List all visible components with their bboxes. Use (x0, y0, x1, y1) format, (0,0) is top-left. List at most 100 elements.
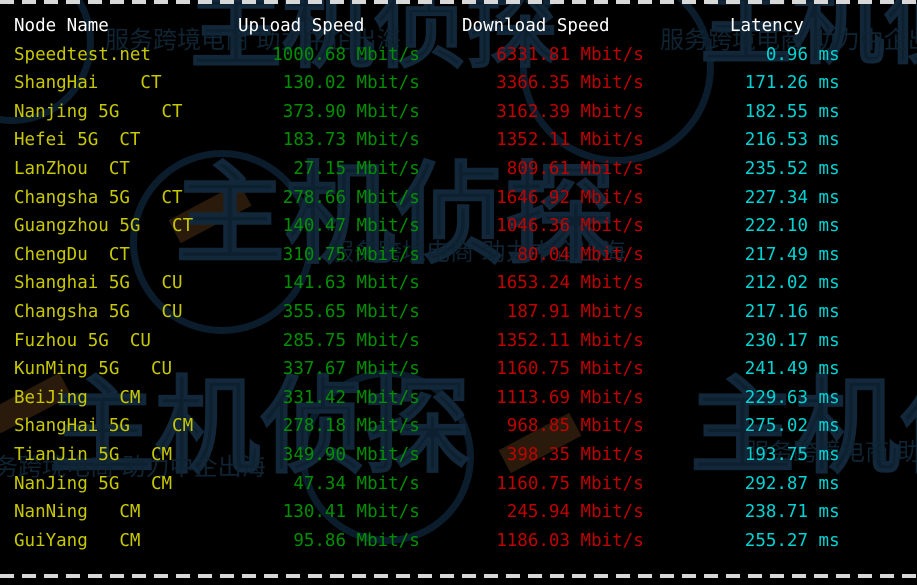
upload-speed-unit: Mbit/s (346, 73, 420, 94)
download-speed-cell: 187.91 Mbit/s (462, 298, 707, 327)
latency-value: 229.63 (744, 387, 808, 408)
upload-speed-value: 349.90 (282, 444, 346, 465)
download-speed-cell: 1646.92 Mbit/s (462, 184, 707, 213)
table-row[interactable]: NanJing 5G CM 47.34 Mbit/s 1160.75 Mbit/s 2… (0, 470, 917, 499)
download-speed-unit: Mbit/s (570, 502, 644, 523)
table-row[interactable]: NanNing CM 130.41 Mbit/s 245.94 Mbit/s 238.… (0, 498, 917, 527)
table-row[interactable]: ShangHai CT 130.02 Mbit/s 3366.35 Mbit/s 17… (0, 69, 917, 98)
upload-speed-unit: Mbit/s (346, 158, 420, 179)
latency-cell: 193.75 ms (730, 441, 910, 470)
latency-cell: 229.63 ms (730, 384, 910, 413)
download-speed-value: 1160.75 (496, 473, 570, 494)
latency-cell: 217.16 ms (730, 298, 910, 327)
column-header-download-speed: Download Speed (462, 16, 610, 36)
upload-speed-value: 331.42 (282, 387, 346, 408)
latency-unit: ms (808, 101, 840, 122)
download-speed-value: 245.94 (506, 502, 570, 523)
node-name-cell: BeiJing CM (14, 387, 141, 408)
table-row[interactable]: KunMing 5G CU 337.67 Mbit/s 1160.75 Mbit/s… (0, 355, 917, 384)
top-separator-rule (0, 0, 917, 4)
download-speed-value: 1113.69 (496, 387, 570, 408)
table-row[interactable]: Changsha 5G CT 278.66 Mbit/s 1646.92 Mbit/… (0, 184, 917, 213)
latency-value: 212.02 (744, 273, 808, 294)
table-row[interactable]: Shanghai 5G CU 141.63 Mbit/s 1653.24 Mbit/… (0, 269, 917, 298)
upload-speed-value: 337.67 (282, 359, 346, 380)
upload-speed-value: 130.02 (282, 73, 346, 94)
upload-speed-cell: 183.73 Mbit/s (238, 126, 460, 155)
download-speed-unit: Mbit/s (570, 301, 644, 322)
table-row[interactable]: BeiJing CM 331.42 Mbit/s 1113.69 Mbit/s 229… (0, 384, 917, 413)
upload-speed-cell: 349.90 Mbit/s (238, 441, 460, 470)
latency-unit: ms (808, 244, 840, 265)
terminal-window: 主机侦探 主机侦探 主机侦探 主机侦探 主机侦探 服务跨境电商 助力中企出海 服… (0, 0, 917, 585)
download-speed-cell: 3366.35 Mbit/s (462, 69, 707, 98)
download-speed-value: 809.61 (506, 158, 570, 179)
latency-value: 222.10 (744, 216, 808, 237)
table-row[interactable]: ChengDu CT 310.75 Mbit/s 80.04 Mbit/s 217.4… (0, 241, 917, 270)
latency-cell: 217.49 ms (730, 241, 910, 270)
table-row[interactable]: Hefei 5G CT 183.73 Mbit/s 1352.11 Mbit/s 21… (0, 126, 917, 155)
latency-value: 235.52 (744, 158, 808, 179)
upload-speed-cell: 355.65 Mbit/s (238, 298, 460, 327)
download-speed-unit: Mbit/s (570, 273, 644, 294)
bottom-separator-rule (0, 574, 917, 578)
node-name-cell: Nanjing 5G CT (14, 101, 183, 122)
download-speed-unit: Mbit/s (570, 244, 644, 265)
download-speed-value: 1186.03 (496, 530, 570, 551)
upload-speed-cell: 47.34 Mbit/s (238, 470, 460, 499)
download-speed-cell: 245.94 Mbit/s (462, 498, 707, 527)
download-speed-value: 3162.39 (496, 101, 570, 122)
latency-cell: 212.02 ms (730, 269, 910, 298)
download-speed-unit: Mbit/s (570, 44, 644, 65)
node-name-cell: Guangzhou 5G CT (14, 216, 194, 237)
node-name-cell: LanZhou CT (14, 158, 130, 179)
node-name-cell: Shanghai 5G CU (14, 273, 183, 294)
table-row[interactable]: Guangzhou 5G CT 140.47 Mbit/s 1046.36 Mbit… (0, 212, 917, 241)
download-speed-unit: Mbit/s (570, 187, 644, 208)
download-speed-value: 6331.81 (496, 44, 570, 65)
download-speed-cell: 809.61 Mbit/s (462, 155, 707, 184)
node-name-cell: Changsha 5G CU (14, 301, 183, 322)
node-name-cell: ChengDu CT (14, 244, 130, 265)
node-name-cell: Changsha 5G CT (14, 187, 183, 208)
table-row[interactable]: ShangHai 5G CM 278.18 Mbit/s 968.85 Mbit/s… (0, 412, 917, 441)
latency-value: 227.34 (744, 187, 808, 208)
latency-unit: ms (808, 444, 840, 465)
download-speed-value: 1653.24 (496, 273, 570, 294)
upload-speed-unit: Mbit/s (346, 416, 420, 437)
download-speed-cell: 3162.39 Mbit/s (462, 98, 707, 127)
download-speed-value: 1352.11 (496, 130, 570, 151)
table-row[interactable]: Fuzhou 5G CU 285.75 Mbit/s 1352.11 Mbit/s 2… (0, 327, 917, 356)
column-header-latency: Latency (730, 16, 804, 36)
upload-speed-unit: Mbit/s (346, 301, 420, 322)
download-speed-unit: Mbit/s (570, 444, 644, 465)
upload-speed-value: 278.66 (282, 187, 346, 208)
table-row[interactable]: GuiYang CM 95.86 Mbit/s 1186.03 Mbit/s 255.… (0, 527, 917, 556)
download-speed-value: 1046.36 (496, 216, 570, 237)
upload-speed-unit: Mbit/s (346, 387, 420, 408)
upload-speed-cell: 95.86 Mbit/s (238, 527, 460, 556)
node-name-cell: NanJing 5G CM (14, 473, 173, 494)
table-row[interactable]: Nanjing 5G CT 373.90 Mbit/s 3162.39 Mbit/s… (0, 98, 917, 127)
node-name-cell: NanNing CM (14, 502, 141, 523)
download-speed-value: 1160.75 (496, 359, 570, 380)
download-speed-unit: Mbit/s (570, 416, 644, 437)
download-speed-cell: 1160.75 Mbit/s (462, 470, 707, 499)
table-row[interactable]: Changsha 5G CU 355.65 Mbit/s 187.91 Mbit/s… (0, 298, 917, 327)
download-speed-cell: 1113.69 Mbit/s (462, 384, 707, 413)
download-speed-value: 3366.35 (496, 73, 570, 94)
table-row[interactable]: Speedtest.net 1000.68 Mbit/s 6331.81 Mbit/… (0, 41, 917, 70)
upload-speed-value: 47.34 (293, 473, 346, 494)
latency-cell: 255.27 ms (730, 527, 910, 556)
upload-speed-value: 27.15 (293, 158, 346, 179)
table-row[interactable]: TianJin 5G CM 349.90 Mbit/s 398.35 Mbit/s 1… (0, 441, 917, 470)
latency-unit: ms (808, 530, 840, 551)
table-row[interactable]: LanZhou CT 27.15 Mbit/s 809.61 Mbit/s 235.5… (0, 155, 917, 184)
upload-speed-cell: 278.66 Mbit/s (238, 184, 460, 213)
upload-speed-unit: Mbit/s (346, 130, 420, 151)
latency-value: 182.55 (744, 101, 808, 122)
download-speed-cell: 80.04 Mbit/s (462, 241, 707, 270)
latency-unit: ms (808, 216, 840, 237)
table-body: Speedtest.net 1000.68 Mbit/s 6331.81 Mbit/… (0, 41, 917, 556)
upload-speed-unit: Mbit/s (346, 101, 420, 122)
